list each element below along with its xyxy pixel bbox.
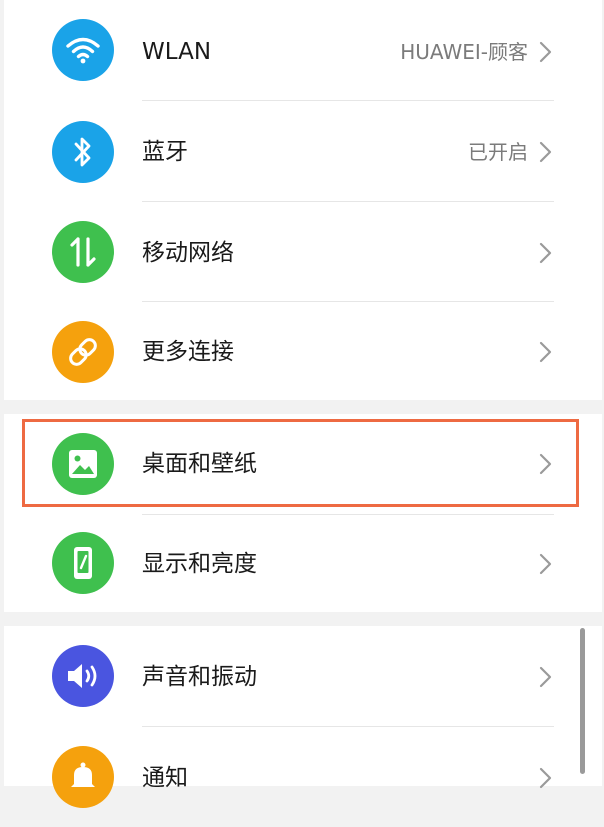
bell-icon bbox=[52, 746, 114, 808]
chevron-right-icon bbox=[539, 242, 552, 264]
settings-item-wlan[interactable]: WLAN HUAWEI-顾客 bbox=[4, 0, 602, 100]
settings-item-bluetooth[interactable]: 蓝牙 已开启 bbox=[4, 101, 602, 201]
settings-item-sound-vibration[interactable]: 声音和振动 bbox=[4, 626, 602, 726]
chevron-right-icon bbox=[539, 141, 552, 163]
highlight-box bbox=[22, 419, 579, 507]
settings-screen: WLAN HUAWEI-顾客 蓝牙 已开启 移动网络 更多连接 桌面和壁纸 显示… bbox=[0, 0, 604, 808]
settings-group-sound: 声音和振动 通知 bbox=[4, 626, 602, 808]
settings-item-label: 显示和亮度 bbox=[142, 551, 257, 577]
chevron-right-icon bbox=[539, 553, 552, 575]
chevron-right-icon bbox=[539, 41, 552, 63]
bluetooth-icon bbox=[52, 121, 114, 183]
chevron-right-icon bbox=[539, 341, 552, 363]
settings-item-label: 移动网络 bbox=[142, 240, 234, 266]
wlan-network-name: HUAWEI-顾客 bbox=[400, 40, 528, 64]
chevron-right-icon bbox=[539, 666, 552, 688]
chevron-right-icon bbox=[539, 767, 552, 789]
settings-item-label: 通知 bbox=[142, 765, 188, 791]
scrollbar[interactable] bbox=[580, 628, 585, 774]
settings-item-display-brightness[interactable]: 显示和亮度 bbox=[4, 515, 602, 615]
settings-item-label: 蓝牙 bbox=[142, 139, 188, 165]
mobile-data-icon bbox=[52, 221, 114, 283]
settings-item-label: 声音和振动 bbox=[142, 664, 257, 690]
wifi-icon bbox=[52, 19, 114, 81]
settings-item-mobile-network[interactable]: 移动网络 bbox=[4, 202, 602, 302]
speaker-icon bbox=[52, 645, 114, 707]
bluetooth-status: 已开启 bbox=[468, 140, 528, 164]
phone-brightness-icon bbox=[52, 532, 114, 594]
settings-item-more-connections[interactable]: 更多连接 bbox=[4, 302, 602, 402]
settings-item-notification[interactable]: 通知 bbox=[4, 727, 602, 827]
settings-item-label: 更多连接 bbox=[142, 339, 234, 365]
settings-group-connectivity: WLAN HUAWEI-顾客 蓝牙 已开启 移动网络 更多连接 bbox=[4, 0, 602, 400]
settings-item-label: WLAN bbox=[142, 39, 212, 65]
link-icon bbox=[52, 321, 114, 383]
